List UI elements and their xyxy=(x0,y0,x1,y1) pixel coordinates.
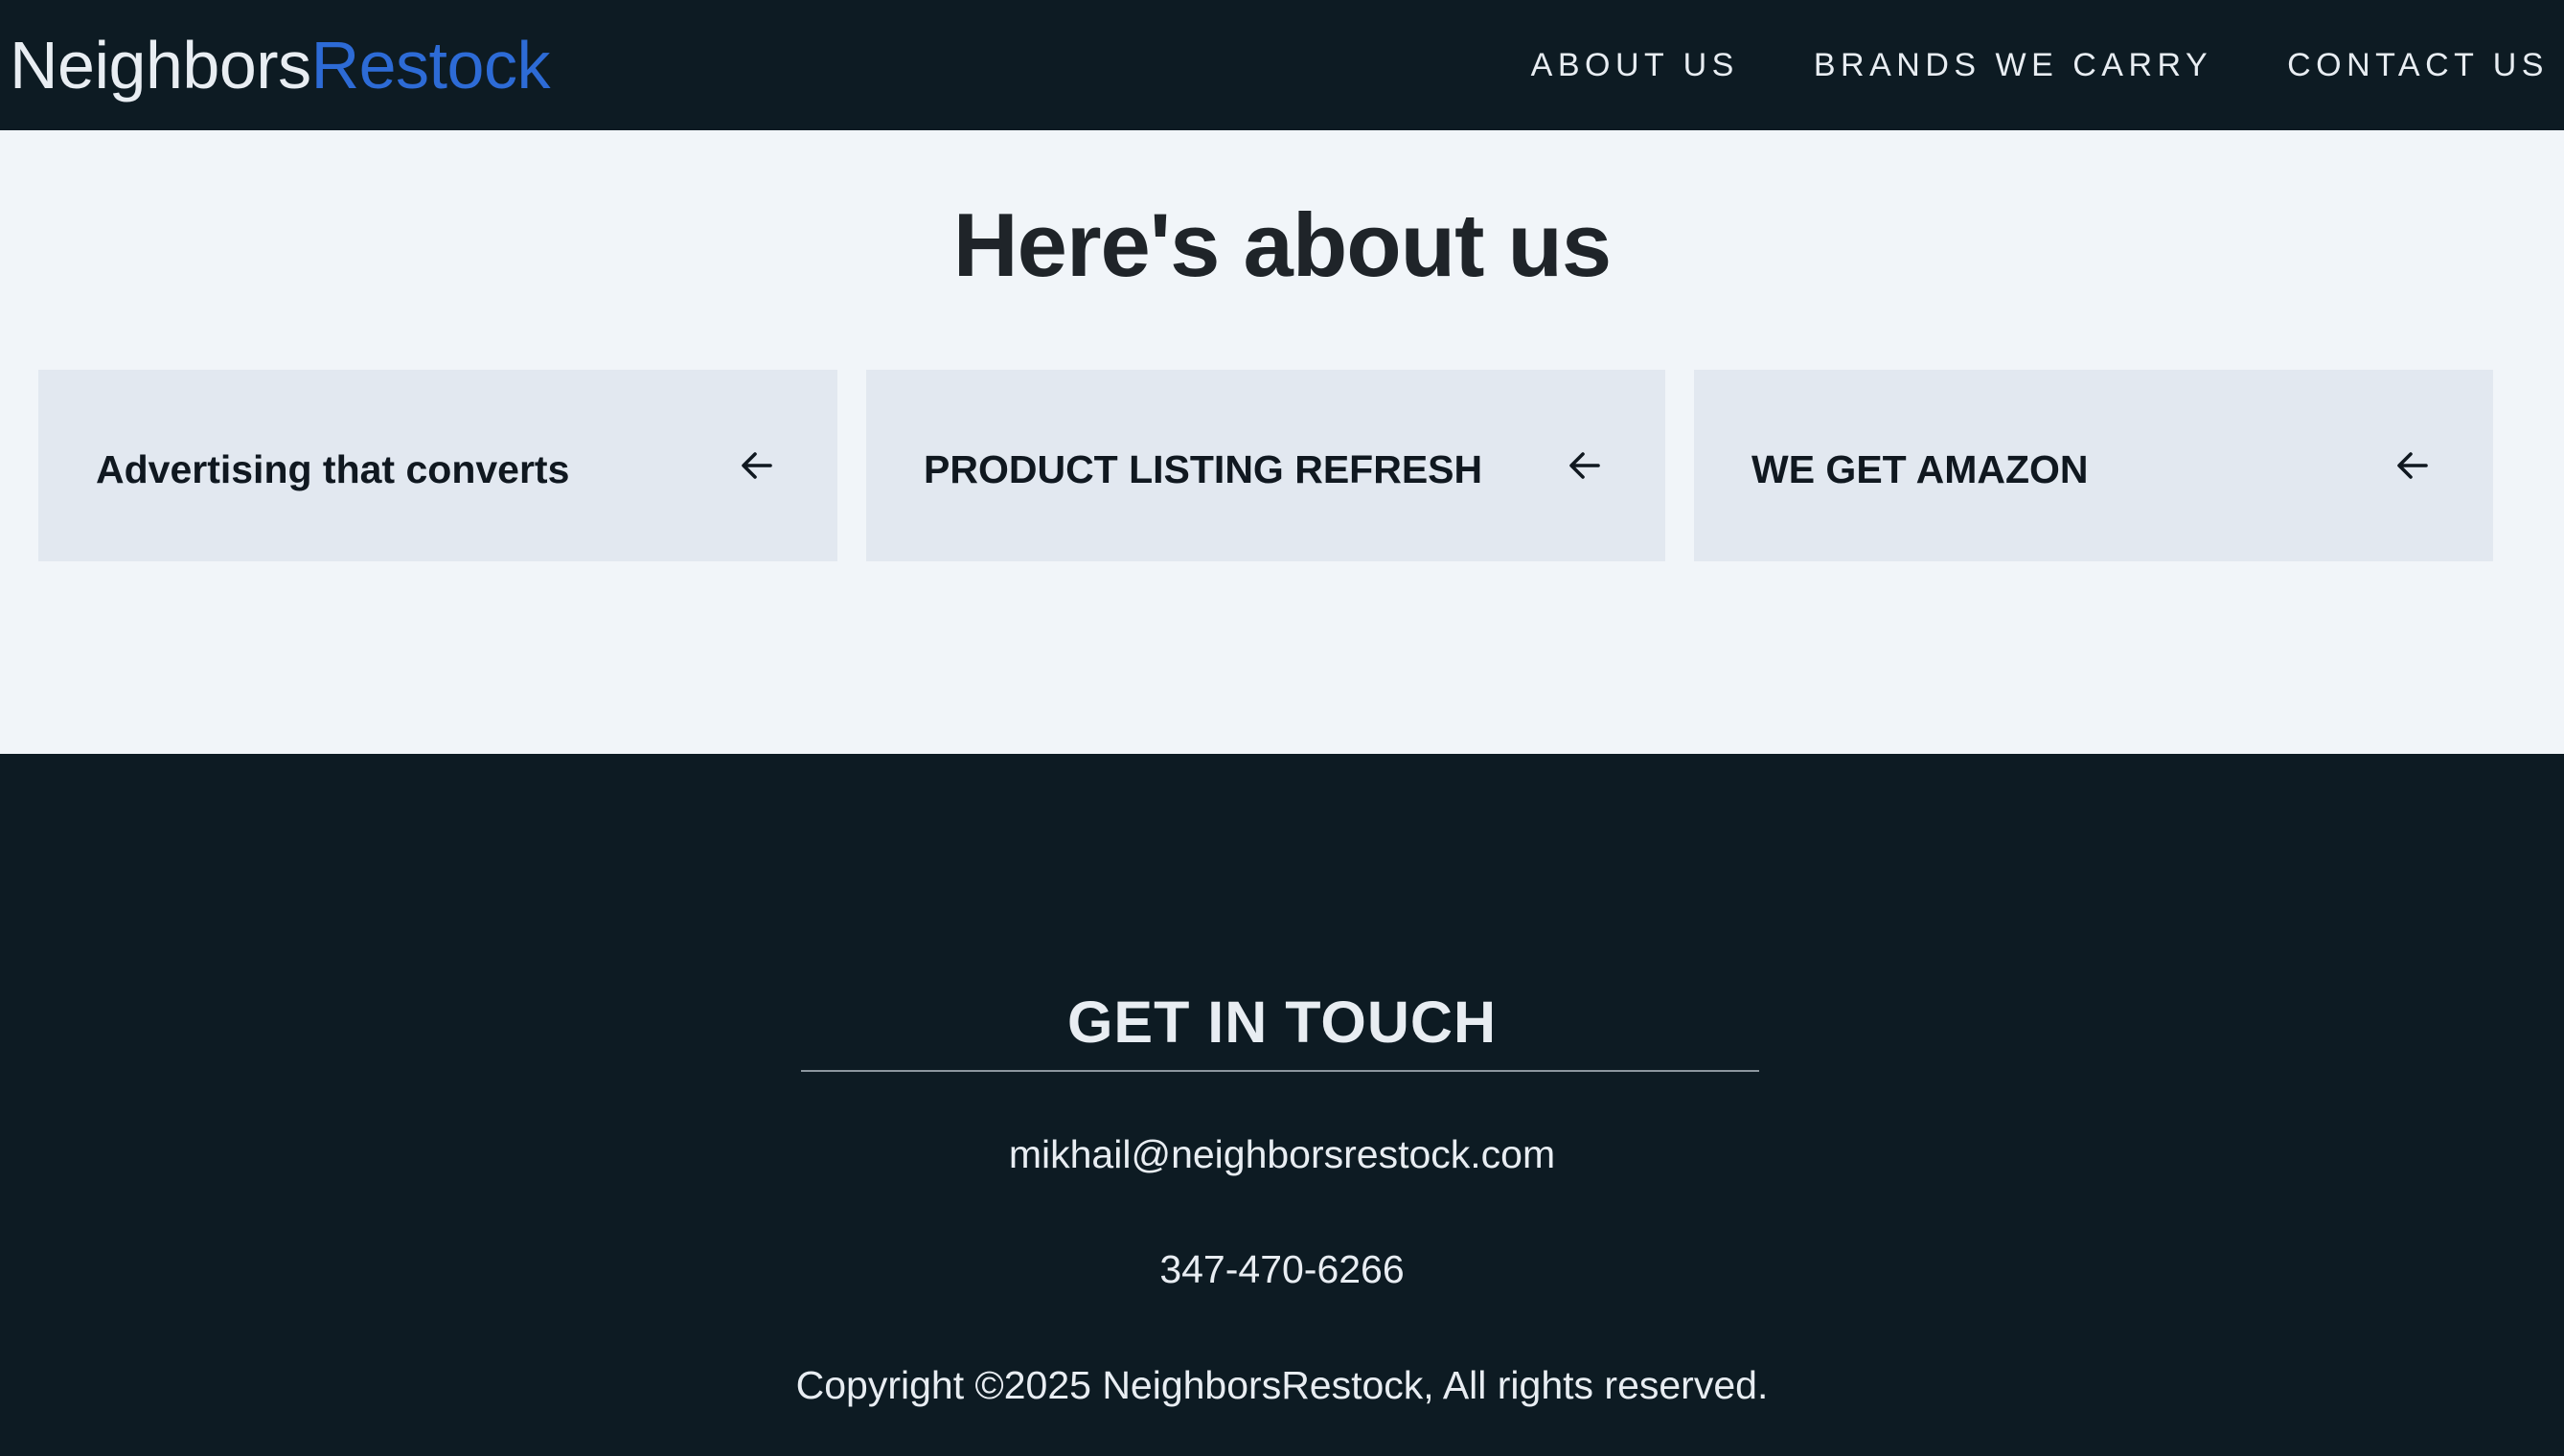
about-section: Here's about us Advertising that convert… xyxy=(0,130,2564,754)
footer-email-link[interactable]: mikhail@neighborsrestock.com xyxy=(0,1132,2564,1177)
logo-text-neighbors: Neighbors xyxy=(10,28,311,102)
arrow-left-icon xyxy=(1569,452,1600,479)
nav-link-about-us[interactable]: ABOUT US xyxy=(1531,47,1739,84)
logo-text-restock: Restock xyxy=(310,28,551,102)
card-label: Advertising that converts xyxy=(96,446,570,491)
card-product-listing[interactable]: PRODUCT LISTING REFRESH xyxy=(866,370,1665,561)
site-footer: GET IN TOUCH mikhail@neighborsrestock.co… xyxy=(0,754,2564,1456)
site-logo[interactable]: NeighborsRestock xyxy=(10,32,550,99)
footer-divider xyxy=(801,1070,1759,1072)
footer-title: GET IN TOUCH xyxy=(1066,990,1498,1055)
main-nav: ABOUT US BRANDS WE CARRY CONTACT US xyxy=(1456,47,2549,84)
about-title: Here's about us xyxy=(952,194,1612,295)
nav-link-brands-we-carry[interactable]: BRANDS WE CARRY xyxy=(1814,47,2212,84)
footer-phone-link[interactable]: 347-470-6266 xyxy=(0,1247,2564,1292)
card-we-get-amazon[interactable]: WE GET AMAZON xyxy=(1694,370,2493,561)
card-label: WE GET AMAZON xyxy=(1751,446,2089,491)
card-advertising[interactable]: Advertising that converts xyxy=(38,370,837,561)
nav-link-contact-us[interactable]: CONTACT US xyxy=(2287,47,2549,84)
site-header: NeighborsRestock ABOUT US BRANDS WE CARR… xyxy=(0,0,2564,130)
arrow-left-icon xyxy=(2397,452,2428,479)
arrow-left-icon xyxy=(742,452,772,479)
card-label: PRODUCT LISTING REFRESH xyxy=(924,446,1483,491)
footer-copyright: Copyright ©2025 NeighborsRestock, All ri… xyxy=(795,1363,1769,1407)
